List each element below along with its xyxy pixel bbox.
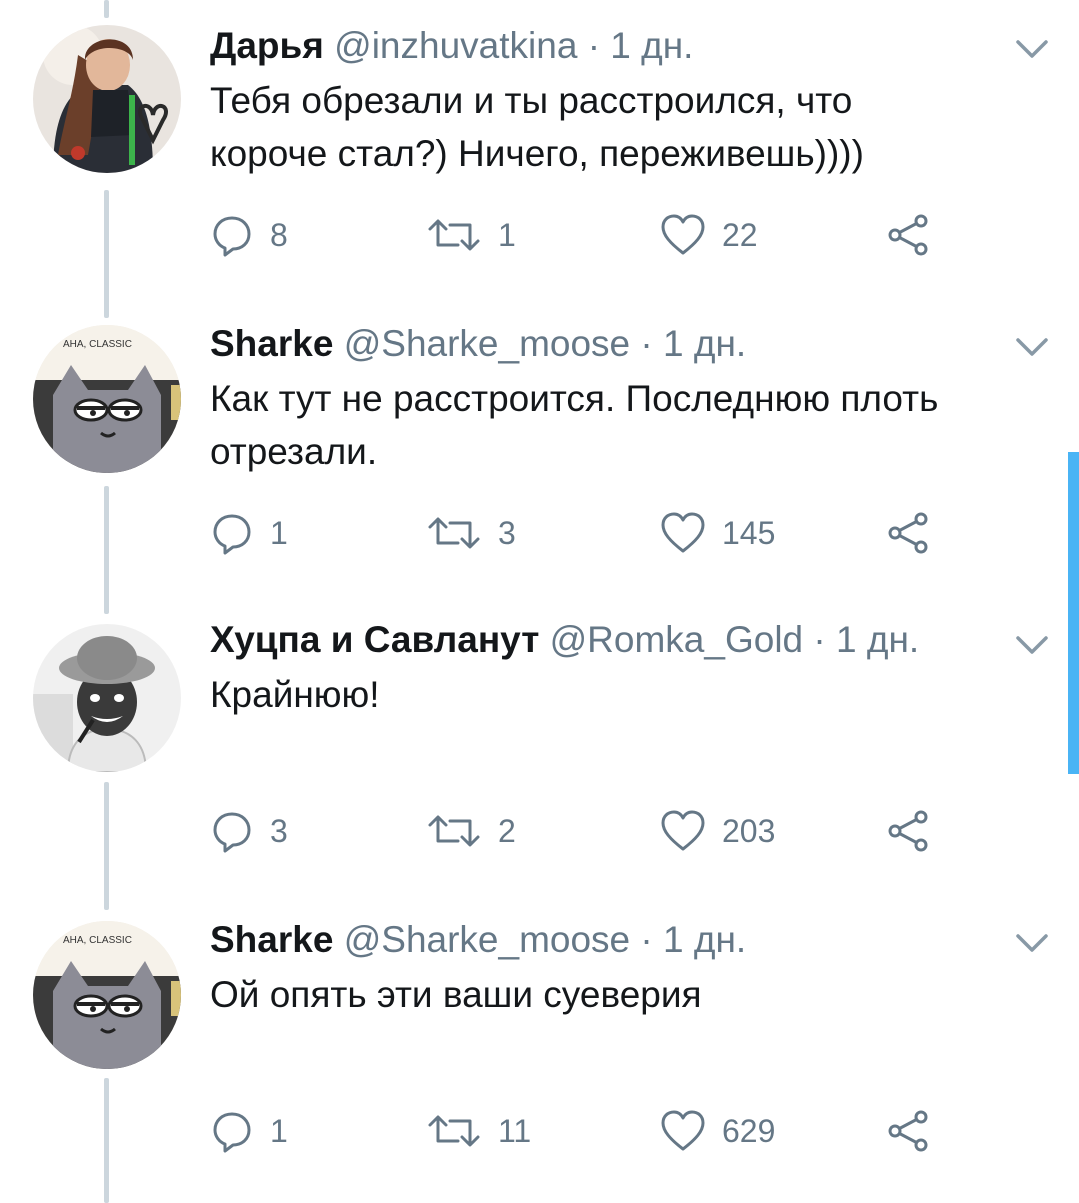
- retweet-button[interactable]: 1: [426, 210, 516, 260]
- tweet-actions: 3 2 203: [210, 806, 970, 856]
- separator-dot: ·: [640, 919, 653, 960]
- reply-button[interactable]: 1: [210, 1106, 288, 1156]
- speech-bubble-icon: [210, 809, 254, 853]
- separator-dot: ·: [587, 25, 601, 66]
- tweet-actions: 8 1 22: [210, 210, 970, 260]
- share-button[interactable]: [886, 210, 930, 260]
- tweet-text: Как тут не расстроится. Последнюю плоть …: [210, 378, 939, 472]
- thread-line: [104, 190, 109, 318]
- tweet-header: Sharke @Sharke_moose · 1 дн.: [210, 918, 746, 962]
- like-button[interactable]: 203: [660, 806, 775, 856]
- timestamp[interactable]: 1 дн.: [836, 619, 919, 660]
- thread-line: [104, 782, 109, 910]
- like-count: 22: [722, 216, 758, 253]
- retweet-icon: [426, 213, 482, 257]
- reply-count: 1: [270, 514, 288, 551]
- thread-line: [104, 1078, 109, 1203]
- author-name[interactable]: Хуцпа и Савланут: [210, 619, 539, 660]
- retweet-count: 11: [498, 1112, 532, 1149]
- speech-bubble-icon: [210, 1109, 254, 1153]
- author-name[interactable]: Sharke: [210, 323, 333, 364]
- retweet-icon: [426, 809, 482, 853]
- avatar-caption: AHA, CLASSIC: [63, 339, 132, 350]
- avatar[interactable]: AHA, CLASSIC: [33, 325, 181, 473]
- timestamp[interactable]: 1 дн.: [663, 323, 746, 364]
- reply-count: 8: [270, 216, 288, 253]
- chevron-down-icon[interactable]: [1012, 630, 1052, 660]
- retweet-count: 1: [498, 216, 516, 253]
- separator-dot: ·: [640, 323, 653, 364]
- share-button[interactable]: [886, 806, 930, 856]
- heart-icon: [660, 1109, 706, 1153]
- avatar[interactable]: [33, 25, 181, 173]
- speech-bubble-icon: [210, 213, 254, 257]
- timestamp[interactable]: 1 дн.: [610, 25, 693, 66]
- tweet-header: Хуцпа и Савланут @Romka_Gold · 1 дн.: [210, 618, 919, 662]
- author-name[interactable]: Sharke: [210, 919, 333, 960]
- retweet-button[interactable]: 2: [426, 806, 516, 856]
- author-name[interactable]: Дарья: [210, 25, 324, 66]
- tweet-actions: 1 3 145: [210, 508, 970, 558]
- thread-line: [104, 486, 109, 614]
- share-icon: [886, 213, 930, 257]
- author-handle[interactable]: @Sharke_moose: [344, 919, 630, 960]
- share-icon: [886, 511, 930, 555]
- retweet-count: 3: [498, 514, 516, 551]
- tweet-text: Тебя обрезали и ты расстроился, что коро…: [210, 80, 864, 174]
- retweet-count: 2: [498, 812, 516, 849]
- like-count: 203: [722, 812, 776, 849]
- timestamp[interactable]: 1 дн.: [663, 919, 746, 960]
- retweet-button[interactable]: 11: [426, 1106, 531, 1156]
- avatar[interactable]: AHA, CLASSIC: [33, 921, 181, 1069]
- chevron-down-icon[interactable]: [1012, 928, 1052, 958]
- tweet-text: Крайнюю!: [210, 674, 380, 715]
- like-count: 629: [722, 1112, 776, 1149]
- share-button[interactable]: [886, 1106, 930, 1156]
- like-count: 145: [722, 514, 776, 551]
- author-handle[interactable]: @Romka_Gold: [550, 619, 804, 660]
- tweet-header: Sharke @Sharke_moose · 1 дн.: [210, 322, 746, 366]
- retweet-icon: [426, 511, 482, 555]
- heart-icon: [660, 213, 706, 257]
- retweet-button[interactable]: 3: [426, 508, 516, 558]
- heart-icon: [660, 809, 706, 853]
- like-button[interactable]: 629: [660, 1106, 775, 1156]
- thread-line: [104, 0, 109, 18]
- author-handle[interactable]: @Sharke_moose: [344, 323, 630, 364]
- share-icon: [886, 809, 930, 853]
- reply-button[interactable]: 3: [210, 806, 288, 856]
- separator-dot: ·: [813, 619, 826, 660]
- avatar[interactable]: [33, 624, 181, 772]
- scrollbar[interactable]: [1068, 452, 1079, 774]
- reply-button[interactable]: 1: [210, 508, 288, 558]
- like-button[interactable]: 145: [660, 508, 775, 558]
- like-button[interactable]: 22: [660, 210, 758, 260]
- tweet-actions: 1 11 629: [210, 1106, 970, 1156]
- author-handle[interactable]: @inzhuvatkina: [334, 25, 577, 66]
- share-button[interactable]: [886, 508, 930, 558]
- speech-bubble-icon: [210, 511, 254, 555]
- retweet-icon: [426, 1109, 482, 1153]
- avatar-caption: AHA, CLASSIC: [63, 935, 132, 946]
- reply-count: 1: [270, 1112, 288, 1149]
- reply-button[interactable]: 8: [210, 210, 288, 260]
- heart-icon: [660, 511, 706, 555]
- reply-count: 3: [270, 812, 288, 849]
- share-icon: [886, 1109, 930, 1153]
- tweet-text: Ой опять эти ваши суеверия: [210, 974, 702, 1015]
- tweet-header: Дарья @inzhuvatkina · 1 дн.: [210, 24, 693, 68]
- chevron-down-icon[interactable]: [1012, 332, 1052, 362]
- chevron-down-icon[interactable]: [1012, 34, 1052, 64]
